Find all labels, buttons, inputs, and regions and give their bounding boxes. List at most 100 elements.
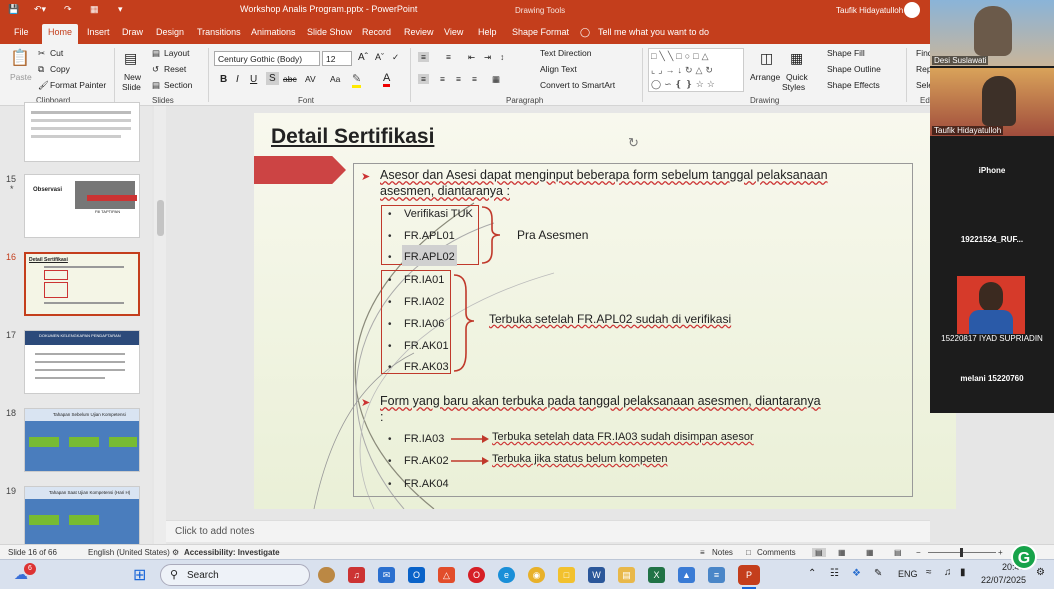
participant-name[interactable]: 15220817 IYAD SUPRIADIN (930, 334, 1054, 343)
copy-button[interactable]: Copy (50, 64, 70, 74)
align-right-icon[interactable]: ≡ (456, 74, 461, 84)
new-slide-button-line2[interactable]: Slide (122, 82, 141, 92)
open-item[interactable]: FR.IA06 (404, 318, 444, 330)
increase-indent-icon[interactable]: ⇥ (484, 52, 491, 63)
slideshow-view-icon[interactable]: ▤ (894, 548, 902, 557)
wifi-icon[interactable]: ≈ (926, 567, 932, 578)
cut-icon[interactable]: ✂ (38, 48, 45, 59)
tab-review[interactable]: Review (404, 27, 434, 37)
open-item[interactable]: FR.IA02 (404, 296, 444, 308)
pra-asesmen-label[interactable]: Pra Asesmen (517, 228, 588, 242)
late-item[interactable]: FR.AK02 (404, 455, 449, 467)
text-direction-button[interactable]: Text Direction (540, 48, 592, 58)
input-language[interactable]: ENG (898, 569, 918, 579)
italic-icon[interactable]: I (236, 74, 239, 85)
terbuka-label[interactable]: Terbuka setelah FR.APL02 sudah di verifi… (489, 312, 731, 326)
app-icon-docs[interactable]: ≡ (708, 567, 725, 583)
late-item[interactable]: FR.AK04 (404, 478, 449, 490)
app-icon-game[interactable] (318, 567, 335, 583)
bullets-icon[interactable]: ≡ (418, 52, 429, 62)
avatar[interactable] (904, 2, 920, 18)
tray-icon-pen[interactable]: ✎ (874, 568, 882, 579)
app-icon-powerpoint[interactable]: P (738, 565, 760, 585)
grammarly-icon[interactable]: G (1011, 544, 1037, 570)
notes-toggle[interactable]: Notes (712, 548, 733, 557)
slide-thumbnail-15[interactable]: Observasi Fill TAPTIPAN (24, 174, 140, 238)
notes-pane[interactable]: Click to add notes (166, 520, 930, 542)
new-slide-icon[interactable]: ▤ (124, 50, 137, 67)
open-item[interactable]: FR.AK01 (404, 340, 449, 352)
tab-shape-format[interactable]: Shape Format (512, 27, 569, 37)
clock-date[interactable]: 22/07/2025 (981, 575, 1026, 585)
zoom-out-icon[interactable]: − (916, 548, 921, 557)
rotate-handle-icon[interactable]: ↻ (628, 135, 639, 151)
line-spacing-icon[interactable]: ↕ (500, 52, 504, 62)
align-left-icon[interactable]: ≡ (418, 74, 429, 84)
slide-canvas[interactable]: Detail Sertifikasi ↻ ➤ Asesor dan Asesi … (254, 113, 956, 509)
paste-button[interactable]: Paste (10, 72, 32, 82)
form-text-line1[interactable]: Form yang baru akan terbuka pada tanggal… (380, 394, 821, 408)
layout-icon[interactable]: ▤ (152, 48, 160, 59)
tab-insert[interactable]: Insert (87, 27, 110, 37)
tab-help[interactable]: Help (478, 27, 497, 37)
section-button[interactable]: Section (164, 80, 192, 90)
new-slide-button[interactable]: New (124, 72, 141, 82)
undo-icon[interactable]: ↶▾ (34, 4, 46, 15)
underline-icon[interactable]: U (250, 74, 257, 85)
app-icon-word[interactable]: W (588, 567, 605, 583)
tab-view[interactable]: View (444, 27, 463, 37)
shrink-font-icon[interactable]: Aˇ (375, 52, 384, 62)
app-icon-photos[interactable]: ▲ (678, 567, 695, 583)
quick-styles-button-line2[interactable]: Styles (782, 82, 805, 92)
intro-text-line1[interactable]: Asesor dan Asesi dapat menginput beberap… (380, 168, 828, 182)
late-note[interactable]: Terbuka jika status belum kompeten (492, 453, 667, 465)
participant-name[interactable]: melani 15220760 (930, 374, 1054, 383)
tab-record[interactable]: Record (362, 27, 391, 37)
highlight-icon[interactable]: ✎ (352, 72, 362, 88)
tray-icon-dropbox[interactable]: ❖ (852, 568, 861, 579)
zoom-slider-thumb[interactable] (960, 548, 963, 557)
start-icon[interactable]: ⊞ (133, 565, 146, 585)
language-status[interactable]: English (United States) (88, 548, 170, 557)
pra-item-selected[interactable]: FR.APL02 (402, 245, 457, 266)
app-icon-mail[interactable]: ✉ (378, 567, 395, 583)
shape-effects-button[interactable]: Shape Effects (827, 80, 880, 90)
notes-placeholder[interactable]: Click to add notes (175, 526, 255, 537)
decrease-indent-icon[interactable]: ⇤ (468, 52, 475, 63)
open-item[interactable]: FR.AK03 (404, 361, 449, 373)
arrange-icon[interactable]: ◫ (760, 50, 773, 67)
normal-view-icon[interactable]: ▤ (812, 548, 826, 557)
app-icon-outlook[interactable]: O (408, 567, 425, 583)
app-icon-notes[interactable]: □ (558, 567, 575, 583)
slide-sorter-icon[interactable]: ▦ (838, 548, 846, 557)
pra-item[interactable]: FR.APL01 (404, 230, 455, 242)
tab-draw[interactable]: Draw (122, 27, 143, 37)
clear-formatting-icon[interactable]: ✓ (392, 52, 399, 63)
slide-thumbnail-19[interactable]: Tahapan Saat Ujian Kompetensi (Hari H) (24, 486, 140, 550)
section-icon[interactable]: ▤ (152, 80, 160, 91)
notification-icon[interactable]: ⚙ (1036, 567, 1045, 578)
format-painter-icon[interactable]: 🖌 (38, 80, 49, 91)
columns-icon[interactable]: ▦ (492, 74, 500, 85)
paste-icon[interactable]: 📋 (10, 48, 30, 68)
app-icon-edge[interactable]: e (498, 567, 515, 583)
save-icon[interactable]: 💾 (8, 4, 19, 15)
participant-name[interactable]: 19221524_RUF... (930, 235, 1054, 244)
arrange-button[interactable]: Arrange (750, 72, 780, 82)
change-case-icon[interactable]: Aa (330, 74, 340, 84)
char-spacing-icon[interactable]: AV (305, 74, 316, 84)
open-item[interactable]: FR.IA01 (404, 274, 444, 286)
quick-styles-button[interactable]: Quick (786, 72, 808, 82)
shape-fill-button[interactable]: Shape Fill (827, 48, 865, 58)
slide-thumbnail-18[interactable]: Tahapan Sebelum Ujian Kompetensi (24, 408, 140, 472)
tab-slide-show[interactable]: Slide Show (307, 27, 352, 37)
tray-icon-1[interactable]: ☷ (830, 568, 839, 579)
shadow-icon[interactable]: S (266, 72, 279, 85)
reset-icon[interactable]: ↺ (152, 64, 159, 75)
tab-transitions[interactable]: Transitions (197, 27, 241, 37)
tab-design[interactable]: Design (156, 27, 184, 37)
app-icon-excel[interactable]: X (648, 567, 665, 583)
align-text-button[interactable]: Align Text (540, 64, 577, 74)
customize-qat-icon[interactable]: ▾ (118, 4, 123, 15)
grow-font-icon[interactable]: Aˆ (358, 52, 368, 63)
